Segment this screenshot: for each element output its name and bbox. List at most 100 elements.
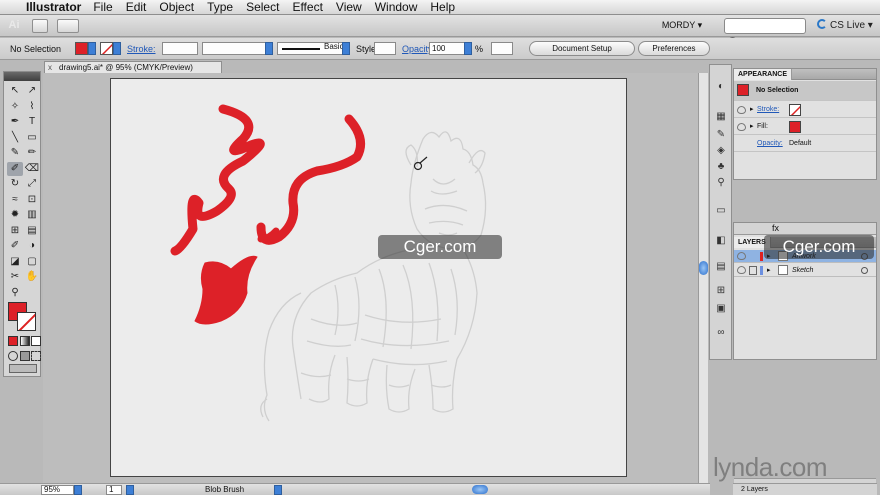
appearance-row-opacity[interactable]: Opacity: Default <box>734 136 876 152</box>
expand-arrow-icon[interactable]: ▸ <box>750 119 754 135</box>
pencil-tool-icon[interactable]: ✏ <box>24 146 40 160</box>
menu-view[interactable]: View <box>336 0 362 14</box>
rectangle-tool-icon[interactable]: ▭ <box>24 131 40 145</box>
stroke-label[interactable]: Stroke: <box>127 42 156 56</box>
blend-tool-icon[interactable]: ◑ <box>24 239 40 253</box>
eye-icon[interactable] <box>737 106 746 114</box>
magic-wand-tool-icon[interactable]: ✧ <box>7 100 23 114</box>
zoom-tool-icon[interactable]: ⚲ <box>7 286 23 300</box>
free-transform-tool-icon[interactable]: ⊡ <box>24 193 40 207</box>
arrange-documents-button[interactable] <box>57 18 79 33</box>
blob-brush-strokes[interactable] <box>170 104 366 325</box>
status-menu-arrow[interactable] <box>274 485 282 495</box>
opacity-row-label[interactable]: Opacity: <box>757 136 783 152</box>
line-tool-icon[interactable]: ╲ <box>7 131 23 145</box>
color-guide-icon[interactable]: ◐ <box>714 81 728 93</box>
color-mode-button[interactable] <box>8 336 18 346</box>
draw-normal-button[interactable] <box>8 351 18 361</box>
stroke-weight-field[interactable] <box>162 42 198 55</box>
brush-dropdown-arrow[interactable] <box>342 42 350 55</box>
fill-row-swatch[interactable] <box>789 121 801 133</box>
swatches-icon[interactable]: ▦ <box>714 111 728 123</box>
eye-icon[interactable] <box>737 123 746 131</box>
pathfinder-icon[interactable]: ▣ <box>714 303 728 315</box>
blob-brush-tool-icon[interactable]: ✐ <box>7 161 23 176</box>
menu-app-name[interactable]: Illustrator <box>26 0 81 14</box>
slice-tool-icon[interactable]: ✂ <box>7 270 23 284</box>
stroke-row-swatch[interactable] <box>789 104 801 116</box>
document-tab[interactable]: x drawing5.ai* @ 95% (CMYK/Preview) <box>44 61 222 73</box>
mesh-tool-icon[interactable]: ⊞ <box>7 224 23 238</box>
vertical-scroll-thumb[interactable] <box>699 261 708 275</box>
none-mode-button[interactable] <box>31 336 41 346</box>
paintbrush-tool-icon[interactable]: ✎ <box>7 146 23 160</box>
artboard[interactable] <box>110 78 627 477</box>
graphic-styles-icon[interactable]: ◈ <box>714 145 728 157</box>
eyedropper-tool-icon[interactable]: ✐ <box>7 239 23 253</box>
lock-icon[interactable] <box>749 266 757 275</box>
red-squiggle-stroke-1[interactable] <box>170 104 265 256</box>
opacity-field[interactable]: 100 <box>429 42 465 55</box>
layer-name[interactable]: Sketch <box>792 264 813 277</box>
artboard-number-field[interactable]: 1 <box>106 485 122 495</box>
scale-tool-icon[interactable]: ⤢ <box>24 177 40 191</box>
red-squiggle-stroke-2[interactable] <box>256 114 366 245</box>
warp-tool-icon[interactable]: ≈ <box>7 193 23 207</box>
column-graph-tool-icon[interactable]: ▥ <box>24 208 40 222</box>
expand-arrow-icon[interactable]: ▸ <box>750 102 754 118</box>
help-search-input[interactable] <box>724 18 806 34</box>
menu-object[interactable]: Object <box>159 0 194 14</box>
stroke-color-swatch[interactable] <box>100 42 113 55</box>
expand-arrow-icon[interactable]: ▸ <box>767 264 771 277</box>
recolor-artwork-button[interactable] <box>491 42 513 55</box>
screen-mode-button[interactable] <box>9 364 37 373</box>
stroke-dropdown-arrow[interactable] <box>113 42 121 55</box>
eraser-tool-icon[interactable]: ⌫ <box>24 162 40 176</box>
stroke-color-box[interactable] <box>17 312 36 331</box>
document-setup-button[interactable]: Document Setup <box>529 41 635 56</box>
appearance-row-stroke[interactable]: ▸ Stroke: <box>734 102 876 118</box>
opacity-dropdown-arrow[interactable] <box>464 42 472 55</box>
gradient-icon[interactable]: ▭ <box>714 205 728 217</box>
pen-tool-icon[interactable]: ✒ <box>7 115 23 129</box>
appearance-row-fill[interactable]: ▸ Fill: <box>734 119 876 135</box>
brushes-icon[interactable]: ✎ <box>714 129 728 141</box>
hand-tool-icon[interactable]: ✋ <box>24 270 40 284</box>
links-icon[interactable]: ∞ <box>714 327 728 339</box>
vertical-scrollbar[interactable] <box>698 73 708 483</box>
variable-width-profile[interactable] <box>202 42 272 55</box>
eye-icon[interactable] <box>737 266 746 274</box>
transform-icon[interactable]: ⊞ <box>714 285 728 297</box>
bridge-button[interactable] <box>32 18 48 33</box>
usb-links-icon[interactable]: ⚲ <box>714 177 728 189</box>
brush-definition[interactable]: Basic <box>277 42 349 55</box>
menu-effect[interactable]: Effect <box>292 0 322 14</box>
menu-select[interactable]: Select <box>246 0 279 14</box>
gradient-mode-button[interactable] <box>20 336 30 346</box>
zoom-level-field[interactable]: 95% <box>41 485 74 495</box>
align-icon[interactable]: ▤ <box>714 261 728 273</box>
fx-icon[interactable]: fx <box>772 223 779 233</box>
document-canvas[interactable] <box>43 73 698 483</box>
cs-live-button[interactable]: CS Live ▾ <box>817 18 877 34</box>
menu-edit[interactable]: Edit <box>126 0 147 14</box>
tools-panel-header[interactable] <box>4 72 40 81</box>
type-tool-icon[interactable]: T <box>24 115 40 129</box>
symbols-icon[interactable]: ♣ <box>714 161 728 173</box>
gradient-tool-icon[interactable]: ▤ <box>24 224 40 238</box>
fill-color-swatch[interactable] <box>75 42 88 55</box>
zebra-sketch[interactable] <box>260 131 487 422</box>
live-paint-tool-icon[interactable]: ◪ <box>7 255 23 269</box>
workspace-switcher[interactable]: MORDY ▾ <box>648 18 716 33</box>
menu-type[interactable]: Type <box>207 0 233 14</box>
eye-icon[interactable] <box>737 252 746 260</box>
direct-selection-tool-icon[interactable]: ↗ <box>24 84 40 98</box>
selection-arrow-tool-icon[interactable]: ↖ <box>7 84 23 98</box>
layer-row-sketch[interactable]: ▸ Sketch <box>734 264 876 277</box>
horizontal-scroll-thumb[interactable] <box>472 485 488 494</box>
draw-behind-button[interactable] <box>20 351 30 361</box>
graphic-style-swatch[interactable] <box>374 42 396 55</box>
preferences-button[interactable]: Preferences <box>638 41 710 56</box>
red-filled-blob[interactable] <box>194 255 258 325</box>
menu-help[interactable]: Help <box>430 0 455 14</box>
